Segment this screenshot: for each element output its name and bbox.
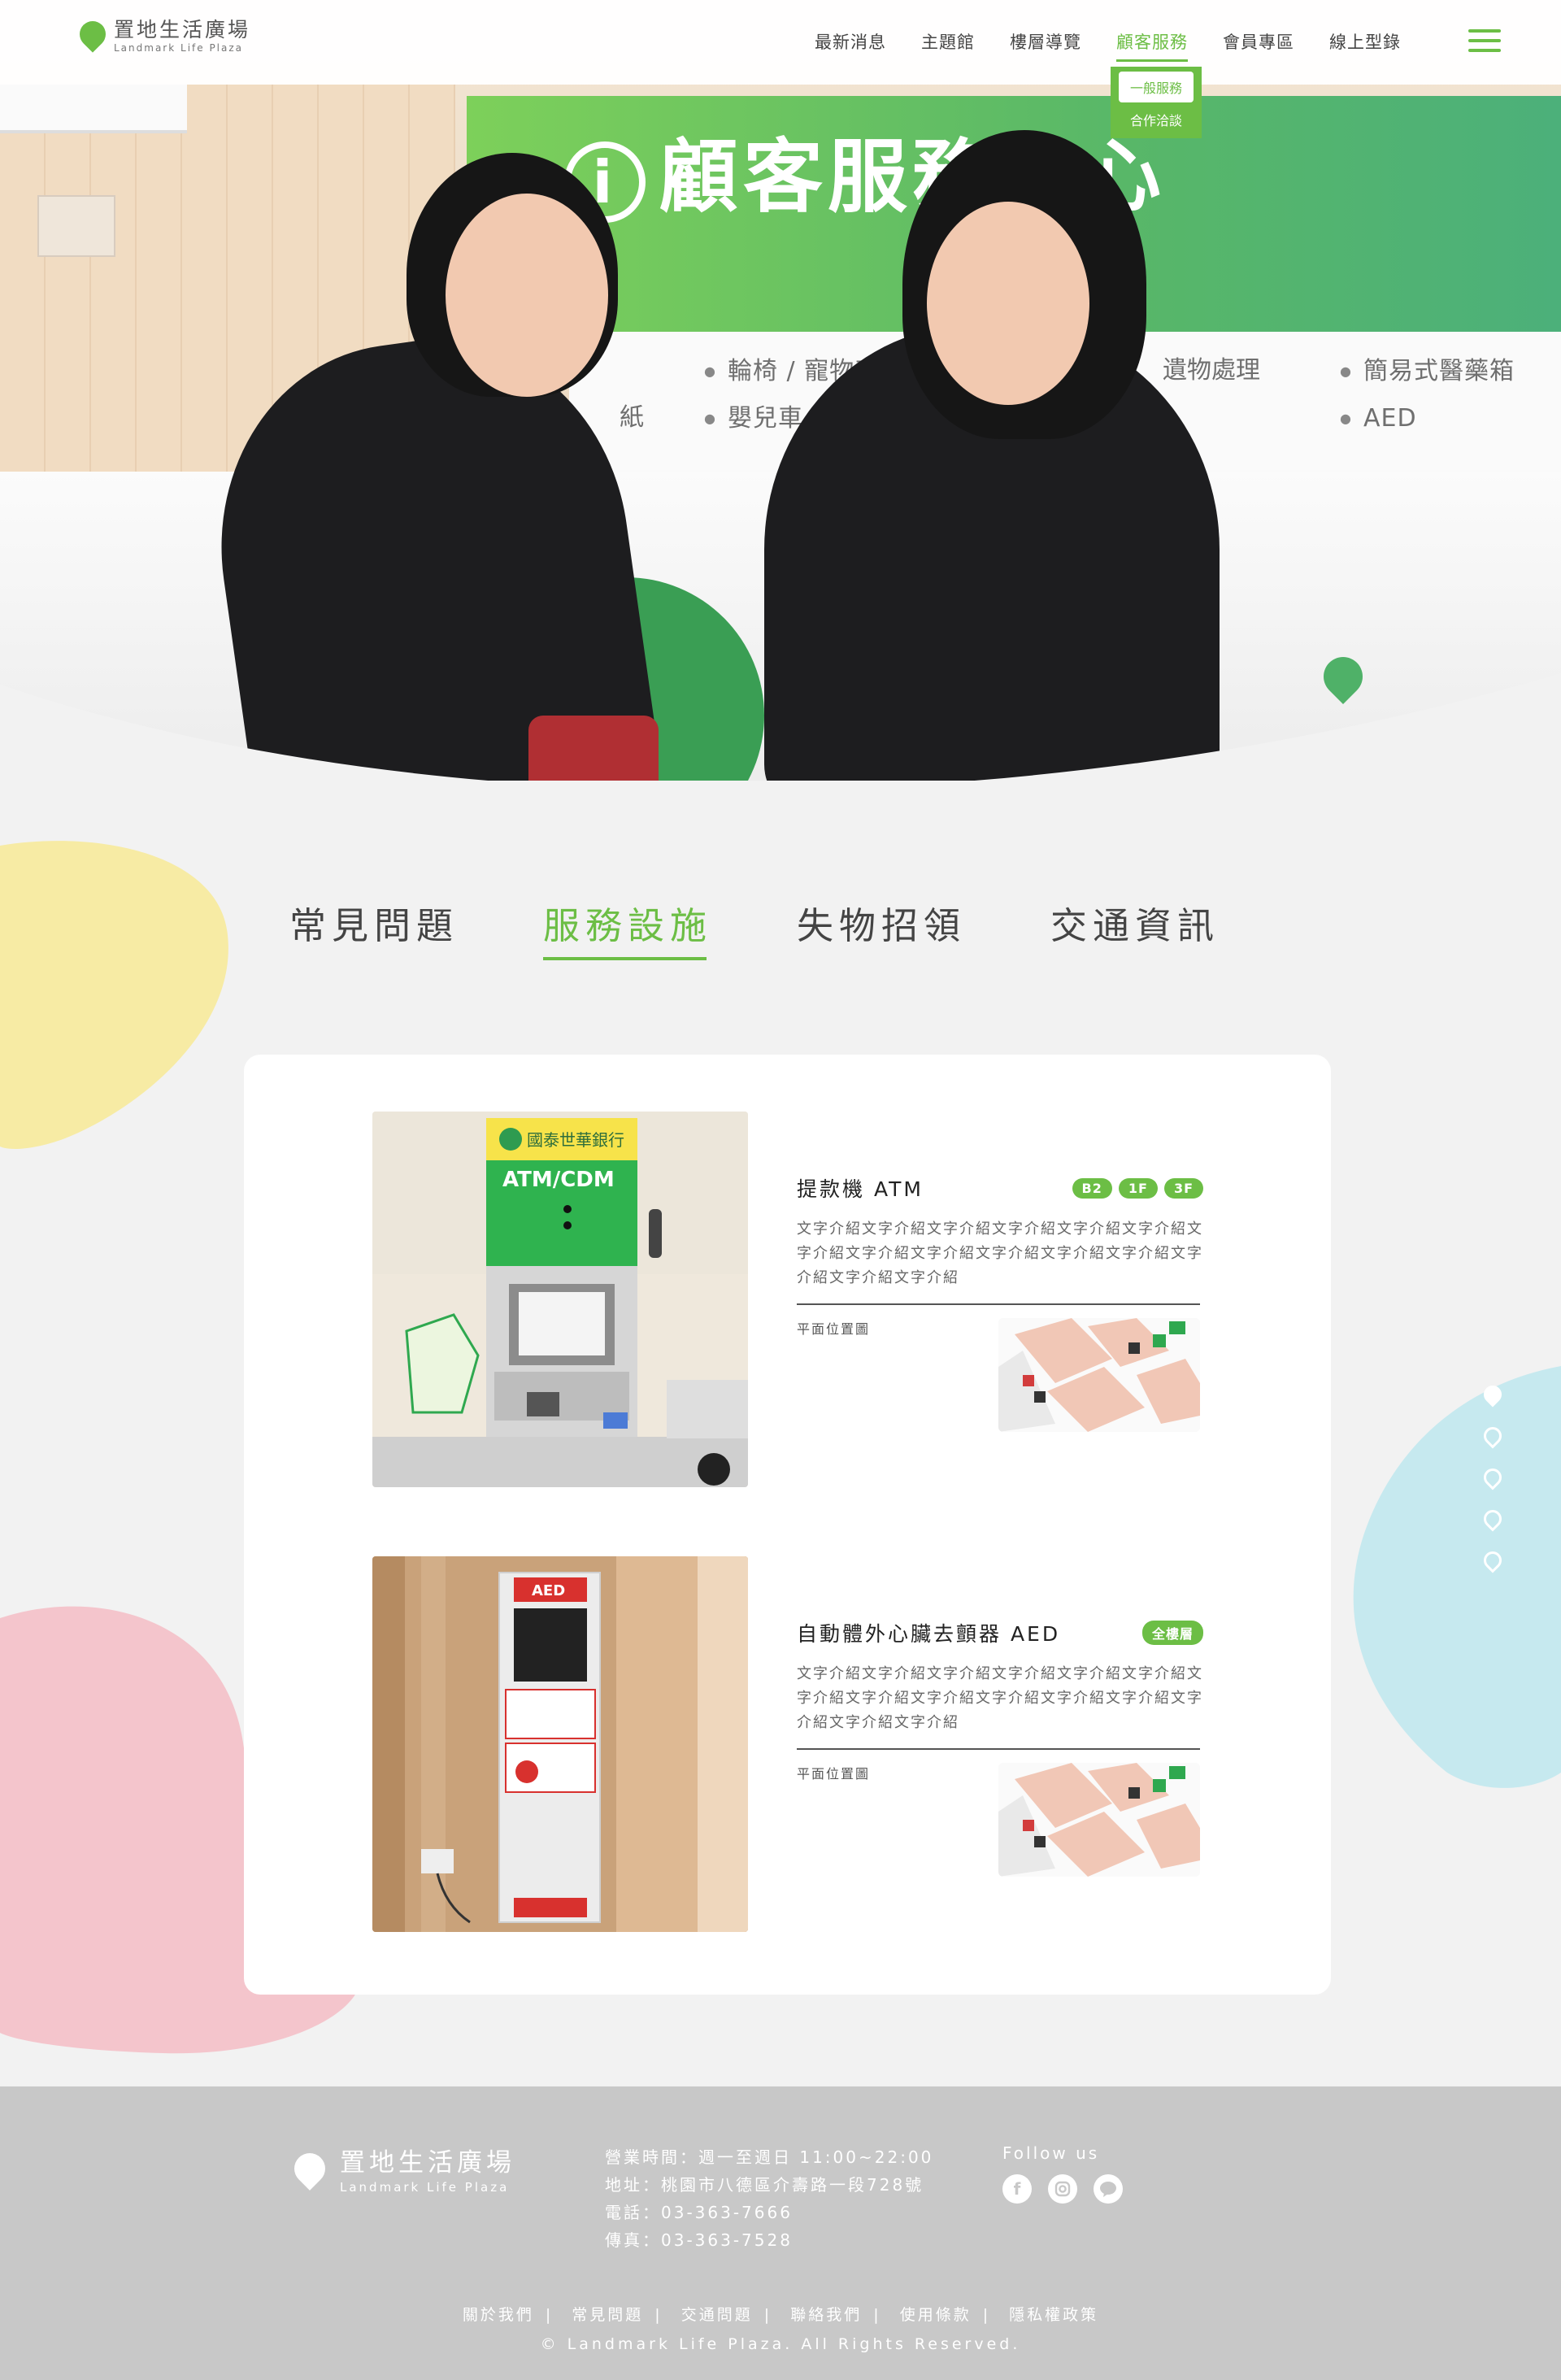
footer-link-transport[interactable]: 交通問題 [681,2306,753,2324]
nav-catalog[interactable]: 線上型錄 [1329,29,1401,54]
side-dot-4[interactable] [1480,1506,1506,1532]
hamburger-menu-icon[interactable] [1468,29,1501,54]
footer-address: 地址：桃園市八德區介壽路一段728號 [605,2175,924,2195]
floor-badge: B2 [1072,1177,1112,1199]
divider [797,1303,1200,1305]
footer-link-privacy[interactable]: 隱私權政策 [1009,2306,1098,2324]
side-dot-2[interactable] [1480,1423,1506,1449]
footer-follow: Follow us f [1002,2143,1139,2204]
floor-badges: 全樓層 [1136,1621,1203,1645]
copyright: © Landmark Life Plaza. All Rights Reserv… [540,2335,1021,2353]
side-dot-1[interactable] [1480,1381,1506,1408]
footer-hours: 營業時間：週一至週日 11:00~22:00 [605,2147,934,2167]
service-tabs: 常見問題 服務設施 失物招領 交通資訊 [289,896,1304,960]
footer-logo[interactable]: 置地生活廣場 Landmark Life Plaza [288,2142,515,2195]
footer-link-terms[interactable]: 使用條款 [900,2306,972,2324]
hero-board-fragment-mid: 遺物處理 [1163,356,1260,385]
atm-photo: 國泰世華銀行 ATM/CDM [372,1112,748,1487]
atm-photo-brand: 國泰世華銀行 [527,1130,624,1150]
floor-badge: 全樓層 [1141,1621,1203,1645]
side-dot-5[interactable] [1480,1547,1506,1573]
hero-air-conditioner [0,85,187,133]
aed-photo-sign: AED [532,1582,565,1599]
site-header: 置地生活廣場 Landmark Life Plaza 最新消息 主題館 樓層導覽… [0,0,1561,85]
facility-item: 國泰世華銀行 ATM/CDM 提款機 ATM B2 1F 3F 文字介紹文字介紹… [372,1112,1210,1487]
footer-fax: 傳真：03-363-7528 [605,2230,793,2250]
tab-transport[interactable]: 交通資訊 [1050,896,1220,949]
side-pagination [1480,1381,1506,1593]
site-footer: 置地生活廣場 Landmark Life Plaza 營業時間：週一至週日 11… [0,2086,1561,2380]
footer-link-faq[interactable]: 常見問題 [572,2306,643,2324]
side-dot-3[interactable] [1480,1464,1506,1490]
floor-map-thumbnail[interactable] [998,1763,1200,1877]
hero-staff-left-face [446,194,608,397]
floor-badge: 1F [1118,1177,1158,1199]
facebook-icon[interactable]: f [1002,2174,1032,2204]
footer-link-contact[interactable]: 聯絡我們 [790,2306,862,2324]
logo-subtitle: Landmark Life Plaza [114,42,244,54]
floor-badge: 3F [1163,1177,1203,1199]
hero-banner: i顧客服務中心 服務 紙 輪椅 / 寵物車 嬰兒車 / 行動電源 遺物處理 簡易… [0,0,1561,781]
hero-wall-outlet [37,195,115,257]
logo-pin-icon [288,2146,332,2191]
nav-customer-service[interactable]: 顧客服務 [1116,29,1188,62]
instagram-icon[interactable] [1048,2174,1077,2204]
hero-board-fragment-left: 紙 [620,403,644,432]
footer-logo-title: 置地生活廣場 [340,2148,515,2178]
blue-blob-decor [1353,1366,1561,1788]
hero-bottom-curve [0,673,1561,781]
footer-links: 關於我們 | 常見問題 | 交通問題 | 聯絡我們 | 使用條款 | 隱私權政策 [462,2306,1099,2324]
main-nav: 最新消息 主題館 樓層導覽 顧客服務 會員專區 線上型錄 [815,29,1436,62]
facility-title: 自動體外心臟去顫器 AED [797,1622,1061,1646]
tab-faq[interactable]: 常見問題 [289,896,459,949]
footer-logo-subtitle: Landmark Life Plaza [340,2180,510,2195]
tab-facilities[interactable]: 服務設施 [543,896,712,960]
submenu-general-service[interactable]: 一般服務 [1119,72,1194,102]
floor-map-thumbnail[interactable] [998,1318,1200,1432]
facility-description: 文字介紹文字介紹文字介紹文字介紹文字介紹文字介紹文字介紹文字介紹文字介紹文字介紹… [797,1220,1203,1286]
aed-photo: AED [372,1556,748,1932]
footer-link-about[interactable]: 關於我們 [463,2306,534,2324]
customer-service-submenu: 一般服務 合作洽談 [1111,67,1202,138]
divider [797,1748,1200,1750]
hero-board-list-2: 簡易式醫藥箱 AED [1340,348,1515,442]
footer-contact-info: 營業時間：週一至週日 11:00~22:00 地址：桃園市八德區介壽路一段728… [605,2143,933,2254]
submenu-cooperation[interactable]: 合作洽談 [1111,104,1202,135]
site-logo[interactable]: 置地生活廣場 Landmark Life Plaza [80,20,250,53]
nav-themes[interactable]: 主題館 [921,29,975,54]
facilities-card: 國泰世華銀行 ATM/CDM 提款機 ATM B2 1F 3F 文字介紹文字介紹… [244,1055,1331,1995]
facility-title: 提款機 ATM [797,1177,924,1201]
tab-lost-found[interactable]: 失物招領 [797,896,966,949]
nav-members[interactable]: 會員專區 [1223,29,1294,54]
logo-pin-icon [80,21,106,52]
floor-badges: B2 1F 3F [1066,1177,1203,1199]
yellow-blob-decor [0,841,228,1149]
nav-news[interactable]: 最新消息 [815,29,886,54]
logo-title: 置地生活廣場 [114,18,251,41]
atm-photo-sign: ATM/CDM [502,1168,615,1192]
line-icon[interactable] [1094,2174,1123,2204]
footer-phone: 電話：03-363-7666 [605,2203,793,2222]
facility-description: 文字介紹文字介紹文字介紹文字介紹文字介紹文字介紹文字介紹文字介紹文字介紹文字介紹… [797,1665,1203,1731]
follow-us-title: Follow us [1002,2143,1100,2163]
nav-floor-guide[interactable]: 樓層導覽 [1010,29,1081,54]
facility-item: AED 自動體外心臟去顫器 AED 全樓層 文字介紹文字介紹文字介紹文字介紹文字… [372,1556,1210,1932]
hero-staff-right-face [927,202,1089,405]
